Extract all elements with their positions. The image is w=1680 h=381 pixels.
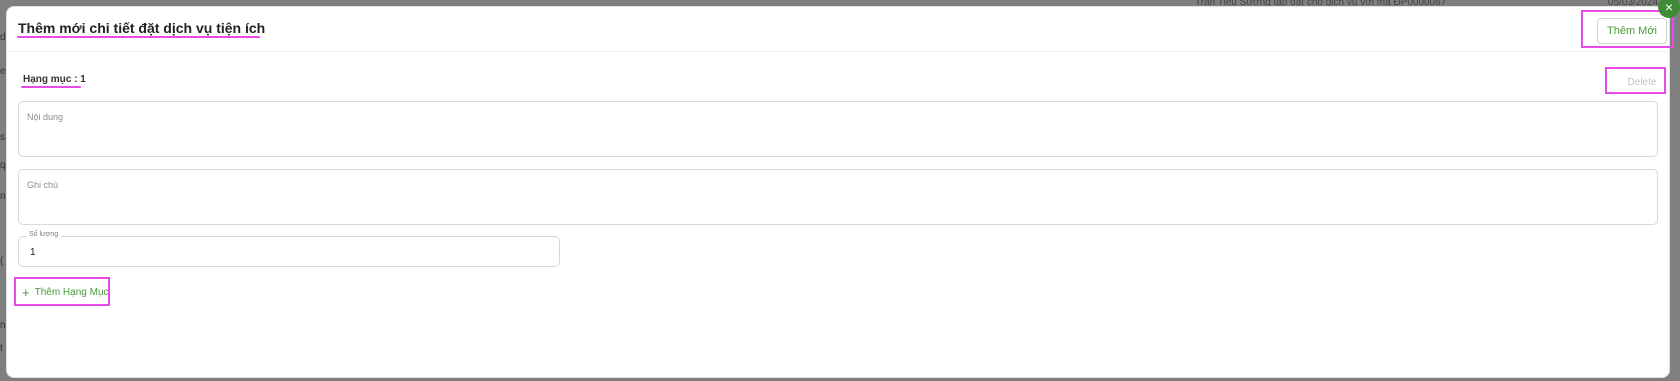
background-edge-letter: e bbox=[0, 66, 6, 77]
add-new-annotation-box bbox=[1581, 10, 1674, 48]
title-annotation-underline bbox=[17, 36, 260, 38]
background-edge-letter: q bbox=[0, 160, 6, 171]
quantity-field[interactable]: Số lượng 1 bbox=[18, 231, 560, 267]
background-edge-letter: n bbox=[0, 191, 6, 202]
background-edge-letter: s bbox=[0, 132, 5, 143]
modal-title: Thêm mới chi tiết đặt dịch vụ tiện ích bbox=[18, 20, 266, 36]
category-annotation-underline bbox=[21, 86, 81, 88]
background-edge-letter: n bbox=[0, 320, 6, 331]
modal-header: Thêm mới chi tiết đặt dịch vụ tiện ích T… bbox=[7, 7, 1674, 52]
quantity-label: Số lượng bbox=[26, 231, 62, 238]
note-textarea[interactable]: Ghi chú bbox=[18, 169, 1658, 225]
add-category-annotation-box bbox=[14, 277, 110, 306]
quantity-value[interactable]: 1 bbox=[30, 247, 36, 258]
category-label: Hạng mục : 1 bbox=[23, 74, 86, 85]
add-service-detail-modal: Thêm mới chi tiết đặt dịch vụ tiện ích T… bbox=[6, 6, 1674, 378]
background-edge-letter: ( bbox=[0, 256, 4, 267]
delete-annotation-box bbox=[1605, 67, 1666, 94]
background-edge-letter: d bbox=[0, 32, 6, 43]
content-textarea[interactable]: Nội dung bbox=[18, 101, 1658, 157]
background-edge-letter: t bbox=[0, 343, 3, 354]
